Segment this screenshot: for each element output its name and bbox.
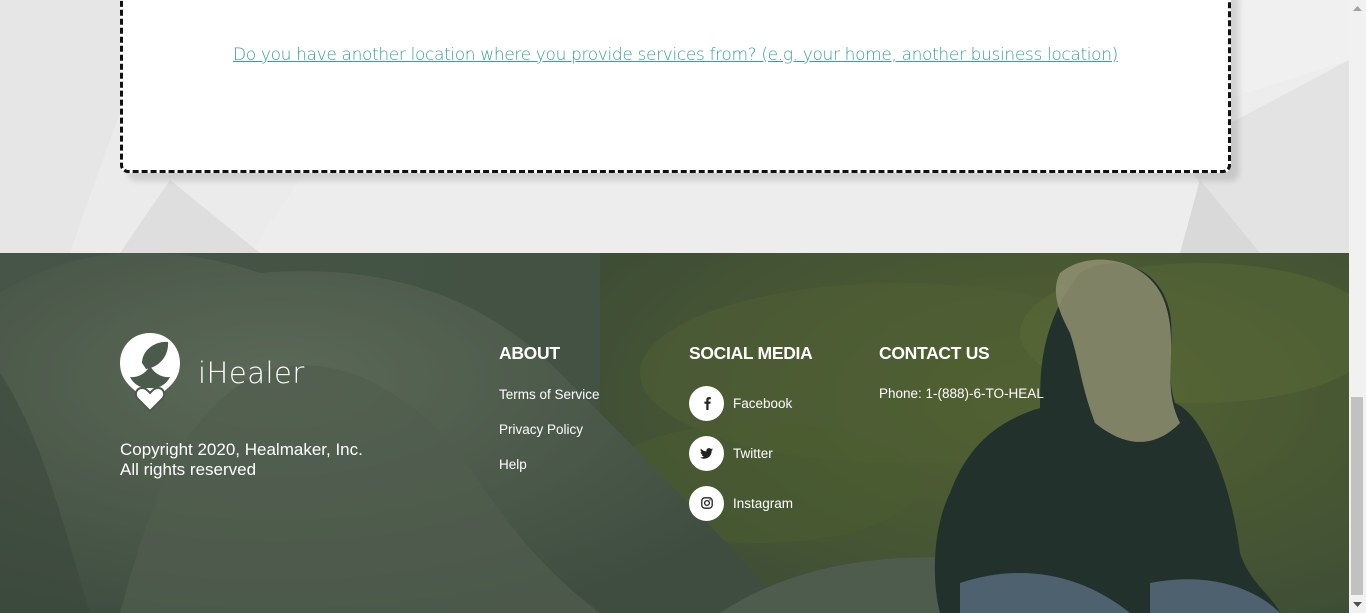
contact-heading: CONTACT US: [879, 343, 990, 363]
copyright-line: Copyright 2020, Healmaker, Inc.: [120, 440, 363, 459]
vertical-scrollbar[interactable]: [1349, 0, 1366, 613]
facebook-link[interactable]: Facebook: [689, 378, 812, 428]
scroll-up-arrow-icon[interactable]: [1349, 0, 1366, 17]
social-media-heading: SOCIAL MEDIA: [689, 343, 813, 363]
terms-of-service-link[interactable]: Terms of Service: [499, 386, 600, 421]
scroll-down-arrow-icon[interactable]: [1349, 596, 1366, 613]
site-footer: iHealer Copyright 2020, Healmaker, Inc. …: [0, 253, 1349, 613]
brand-name: iHealer: [198, 356, 305, 390]
rights-line: All rights reserved: [120, 460, 257, 479]
another-location-link[interactable]: Do you have another location where you p…: [123, 45, 1228, 65]
twitter-label: Twitter: [733, 445, 773, 461]
about-heading: ABOUT: [499, 343, 560, 363]
ihealer-logo-icon: [120, 333, 180, 413]
facebook-icon: [689, 385, 724, 421]
instagram-icon: [689, 485, 724, 521]
content-section: Do you have another location where you p…: [0, 0, 1349, 253]
help-link[interactable]: Help: [499, 456, 600, 491]
contact-phone[interactable]: Phone: 1-(888)-6-TO-HEAL: [879, 386, 1044, 401]
about-column: ABOUT Terms of Service Privacy Policy He…: [499, 343, 600, 491]
contact-column: CONTACT US Phone: 1-(888)-6-TO-HEAL: [879, 343, 1044, 401]
twitter-link[interactable]: Twitter: [689, 428, 812, 478]
instagram-label: Instagram: [733, 495, 794, 511]
location-card: Do you have another location where you p…: [120, 0, 1231, 173]
facebook-label: Facebook: [733, 395, 793, 411]
privacy-policy-link[interactable]: Privacy Policy: [499, 421, 600, 456]
instagram-link[interactable]: Instagram: [689, 478, 812, 528]
footer-background-photo: [0, 253, 1349, 613]
twitter-icon: [689, 435, 724, 471]
scrollbar-thumb[interactable]: [1351, 397, 1363, 595]
social-media-column: SOCIAL MEDIA Facebook Twitter Instagram: [689, 343, 813, 536]
copyright: Copyright 2020, Healmaker, Inc. All righ…: [120, 440, 363, 480]
